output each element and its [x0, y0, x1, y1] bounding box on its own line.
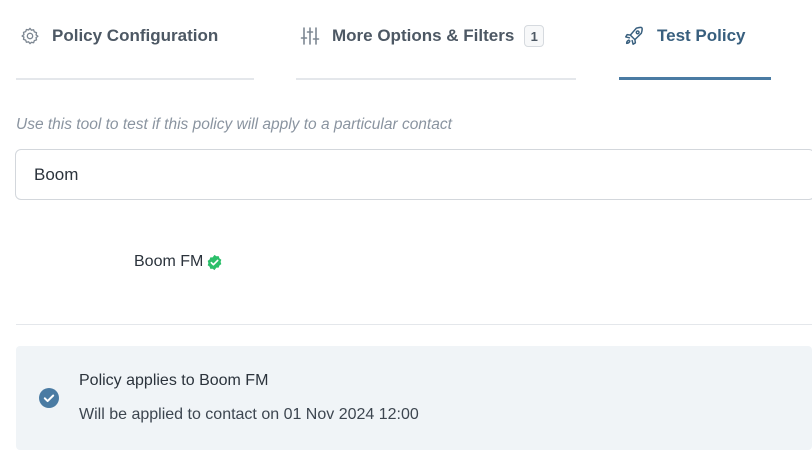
tab-policy-configuration[interactable]: Policy Configuration: [16, 0, 254, 80]
policy-result-panel: Policy applies to Boom FM Will be applie…: [16, 346, 812, 450]
tab-bar: Policy Configuration More Options & Filt…: [16, 0, 812, 80]
filter-count-badge: 1: [524, 25, 545, 47]
contact-result-name: Boom FM: [134, 253, 204, 270]
contact-result-item[interactable]: Boom FM: [134, 253, 223, 271]
check-circle-icon: [39, 388, 59, 408]
tab-underline: [16, 78, 254, 80]
tab-underline-active: [619, 77, 771, 80]
tab-label: Test Policy: [657, 26, 746, 45]
sliders-icon: [300, 26, 320, 46]
gear-icon: [20, 26, 40, 46]
verified-check-icon: [206, 254, 223, 271]
tab-underline: [296, 78, 576, 80]
tab-label: More Options & Filters: [332, 26, 515, 45]
policy-result-title: Policy applies to Boom FM: [79, 372, 269, 389]
section-divider: [16, 324, 812, 325]
tab-test-policy[interactable]: Test Policy: [619, 0, 771, 80]
contact-search-box[interactable]: [15, 149, 812, 200]
tab-label: Policy Configuration: [52, 26, 219, 45]
tab-more-options-filters[interactable]: More Options & Filters 1: [296, 0, 576, 80]
rocket-icon: [623, 25, 645, 47]
policy-result-subtitle: Will be applied to contact on 01 Nov 202…: [79, 406, 419, 423]
contact-search-input[interactable]: [16, 150, 812, 199]
test-tool-hint: Use this tool to test if this policy wil…: [16, 116, 452, 133]
